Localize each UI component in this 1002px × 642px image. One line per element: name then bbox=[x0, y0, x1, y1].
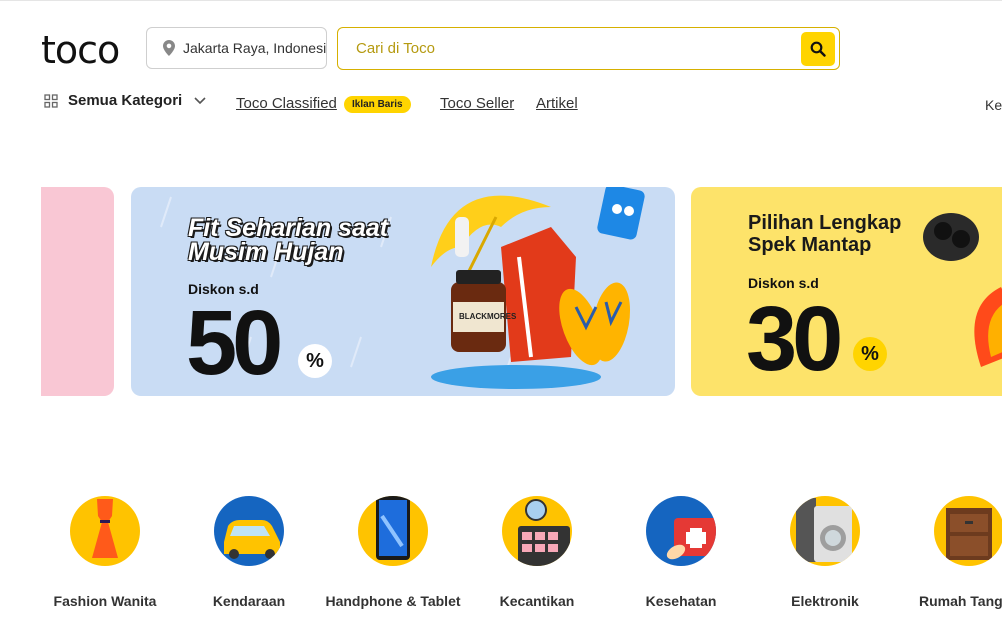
category-elektronik[interactable]: Elektronik bbox=[755, 496, 895, 611]
grid-icon bbox=[44, 93, 58, 108]
category-kecantikan[interactable]: Kecantikan bbox=[467, 496, 607, 611]
category-label: Kendaraan bbox=[212, 593, 286, 609]
location-text: Jakarta Raya, Indonesia bbox=[183, 40, 327, 56]
percent-badge: % bbox=[298, 344, 332, 378]
location-selector[interactable]: Jakarta Raya, Indonesia bbox=[146, 27, 327, 69]
first-aid-icon bbox=[646, 496, 716, 566]
location-pin-icon bbox=[163, 40, 175, 56]
chevron-down-icon bbox=[194, 96, 206, 104]
earbuds-illustration bbox=[923, 213, 1002, 367]
main-nav: Semua Kategori Toco Classified Iklan Bar… bbox=[0, 92, 1002, 118]
discount-value-2: 30 bbox=[746, 288, 843, 390]
banner-electronics[interactable]: Pilihan Lengkap Spek Mantap Diskon s.d 3… bbox=[691, 187, 1002, 396]
category-fashion-wanita[interactable]: Fashion Wanita bbox=[35, 496, 175, 611]
toco-logo[interactable]: toco bbox=[41, 28, 120, 72]
makeup-palette-icon bbox=[502, 496, 572, 566]
promo-carousel[interactable]: Fit Seharian saat Musim Hujan Diskon s.d… bbox=[0, 187, 1002, 397]
search-icon bbox=[810, 41, 826, 57]
category-label: Kecantikan bbox=[499, 593, 575, 609]
umbrella-jacket-sandals-illustration: BLACKMORES bbox=[431, 187, 645, 389]
category-list: Fashion Wanita Kendaraan Handphone & Tab… bbox=[0, 496, 1002, 642]
banner-partial-left[interactable] bbox=[41, 187, 114, 396]
all-categories-dropdown[interactable]: Semua Kategori bbox=[44, 92, 206, 109]
category-handphone-tablet[interactable]: Handphone & Tablet bbox=[323, 496, 463, 611]
cut-off-nav-text[interactable]: Ke bbox=[985, 97, 1002, 113]
category-kesehatan[interactable]: Kesehatan bbox=[611, 496, 751, 611]
car-icon bbox=[214, 496, 284, 566]
cabinet-icon bbox=[934, 496, 1002, 566]
percent-badge-2: % bbox=[853, 337, 887, 371]
search-bar[interactable] bbox=[337, 27, 840, 70]
category-label: Handphone & Tablet bbox=[325, 593, 461, 609]
banner-title-line2: Musim Hujan bbox=[188, 238, 344, 266]
all-categories-label: Semua Kategori bbox=[68, 92, 183, 109]
top-border bbox=[0, 0, 1002, 4]
category-rumah-tangga[interactable]: Rumah Tangga bbox=[899, 496, 1002, 611]
search-input[interactable] bbox=[354, 39, 788, 58]
artikel-link[interactable]: Artikel bbox=[536, 95, 578, 112]
toco-classified-link[interactable]: Toco Classified bbox=[236, 95, 337, 112]
category-label: Elektronik bbox=[791, 593, 859, 609]
phone-icon bbox=[358, 496, 428, 566]
category-label: Fashion Wanita bbox=[53, 593, 157, 609]
toco-seller-link[interactable]: Toco Seller bbox=[440, 95, 514, 112]
iklan-baris-badge: Iklan Baris bbox=[344, 96, 411, 113]
banner2-title-line2: Spek Mantap bbox=[748, 234, 872, 256]
category-label: Kesehatan bbox=[645, 593, 717, 609]
category-kendaraan[interactable]: Kendaraan bbox=[179, 496, 319, 611]
banner-rainy-season[interactable]: Fit Seharian saat Musim Hujan Diskon s.d… bbox=[131, 187, 675, 396]
category-label: Rumah Tangga bbox=[918, 593, 1002, 609]
search-button[interactable] bbox=[801, 32, 835, 66]
washing-machine-icon bbox=[790, 496, 860, 566]
dress-icon bbox=[70, 496, 140, 566]
discount-value: 50 bbox=[186, 292, 283, 394]
banner2-title-line1: Pilihan Lengkap bbox=[748, 212, 902, 234]
product-brand-text: BLACKMORES bbox=[459, 312, 517, 321]
